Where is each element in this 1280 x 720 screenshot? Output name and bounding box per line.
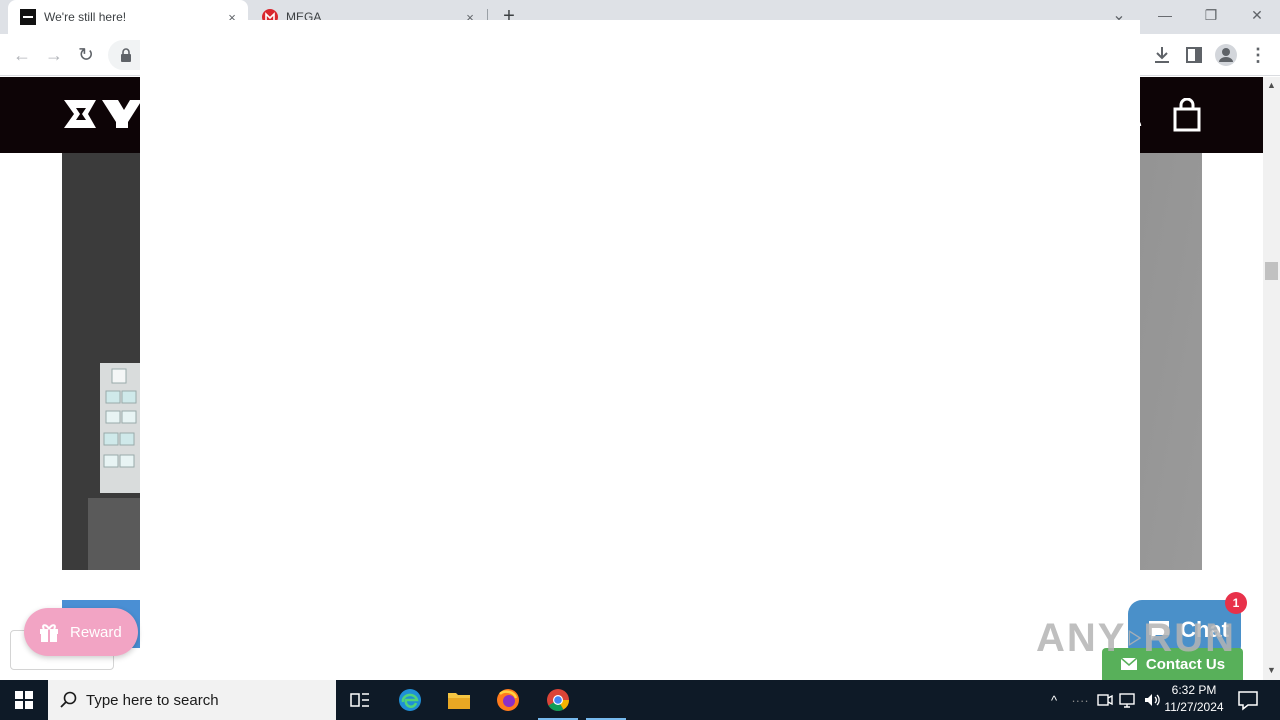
firefox-app[interactable]: [484, 680, 532, 720]
scroll-thumb[interactable]: [1265, 262, 1278, 280]
reward-button[interactable]: Reward: [24, 608, 138, 656]
windows-taskbar: Type here to search ^ ···· 6:32 PM 11/27…: [0, 680, 1280, 720]
scroll-up-arrow-icon[interactable]: ▲: [1266, 80, 1277, 90]
taskbar-clock[interactable]: 6:32 PM 11/27/2024: [1158, 682, 1230, 718]
minimize-button[interactable]: —: [1142, 0, 1188, 30]
firefox-icon: [497, 689, 519, 711]
back-button[interactable]: ←: [10, 43, 34, 67]
chrome-icon: [547, 689, 569, 711]
clock-date: 11/27/2024: [1164, 700, 1224, 714]
tray-dots-icon: ····: [1071, 692, 1089, 708]
gift-icon: [40, 624, 58, 642]
screen: We're still here! × MEGA × + ⌄ — ❐ ✕ ← →…: [0, 0, 1280, 720]
forward-button[interactable]: →: [42, 43, 66, 67]
cart-bag-icon[interactable]: [1172, 98, 1202, 132]
search-placeholder: Type here to search: [86, 691, 219, 709]
task-view-button[interactable]: [336, 680, 384, 720]
edge-icon: [399, 689, 421, 711]
notification-center-icon[interactable]: [1236, 688, 1260, 712]
watermark-text-right: RUN: [1143, 615, 1236, 660]
watermark-text-left: ANY: [1036, 615, 1127, 660]
side-panel-icon[interactable]: [1182, 43, 1206, 67]
page-scrollbar[interactable]: [1263, 77, 1280, 680]
blank-popup-window[interactable]: [140, 20, 1140, 680]
file-explorer-icon: [448, 693, 470, 709]
windows-logo-icon: [15, 691, 33, 709]
running-app-indicator[interactable]: [582, 680, 632, 720]
tray-overflow-chevron-icon[interactable]: ^: [1044, 690, 1064, 710]
reload-button[interactable]: ↻: [74, 43, 98, 67]
site-logo[interactable]: [62, 96, 142, 132]
restore-button[interactable]: ❐: [1188, 0, 1234, 30]
scroll-down-arrow-icon[interactable]: ▼: [1266, 665, 1277, 675]
meet-now-icon[interactable]: [1094, 690, 1114, 710]
file-explorer-app[interactable]: [435, 680, 483, 720]
edge-app[interactable]: [386, 680, 434, 720]
browser-menu-button[interactable]: ⋮: [1246, 43, 1270, 67]
taskbar-search[interactable]: Type here to search: [48, 680, 336, 720]
search-icon: [60, 691, 77, 708]
reward-label: Reward: [70, 623, 122, 641]
chrome-app[interactable]: [534, 680, 582, 720]
hero-stand: [88, 498, 148, 570]
watermark-play-icon: [1129, 630, 1142, 646]
site-favicon-icon: [20, 9, 36, 25]
lock-icon[interactable]: [120, 48, 132, 62]
network-icon[interactable]: [1118, 690, 1138, 710]
clock-time: 6:32 PM: [1171, 683, 1217, 697]
close-window-button[interactable]: ✕: [1234, 0, 1280, 30]
anyrun-watermark: ANY RUN: [1036, 610, 1236, 666]
task-view-icon: [350, 693, 369, 707]
download-icon[interactable]: [1150, 43, 1174, 67]
start-button[interactable]: [0, 680, 48, 720]
profile-icon[interactable]: [1214, 43, 1238, 67]
